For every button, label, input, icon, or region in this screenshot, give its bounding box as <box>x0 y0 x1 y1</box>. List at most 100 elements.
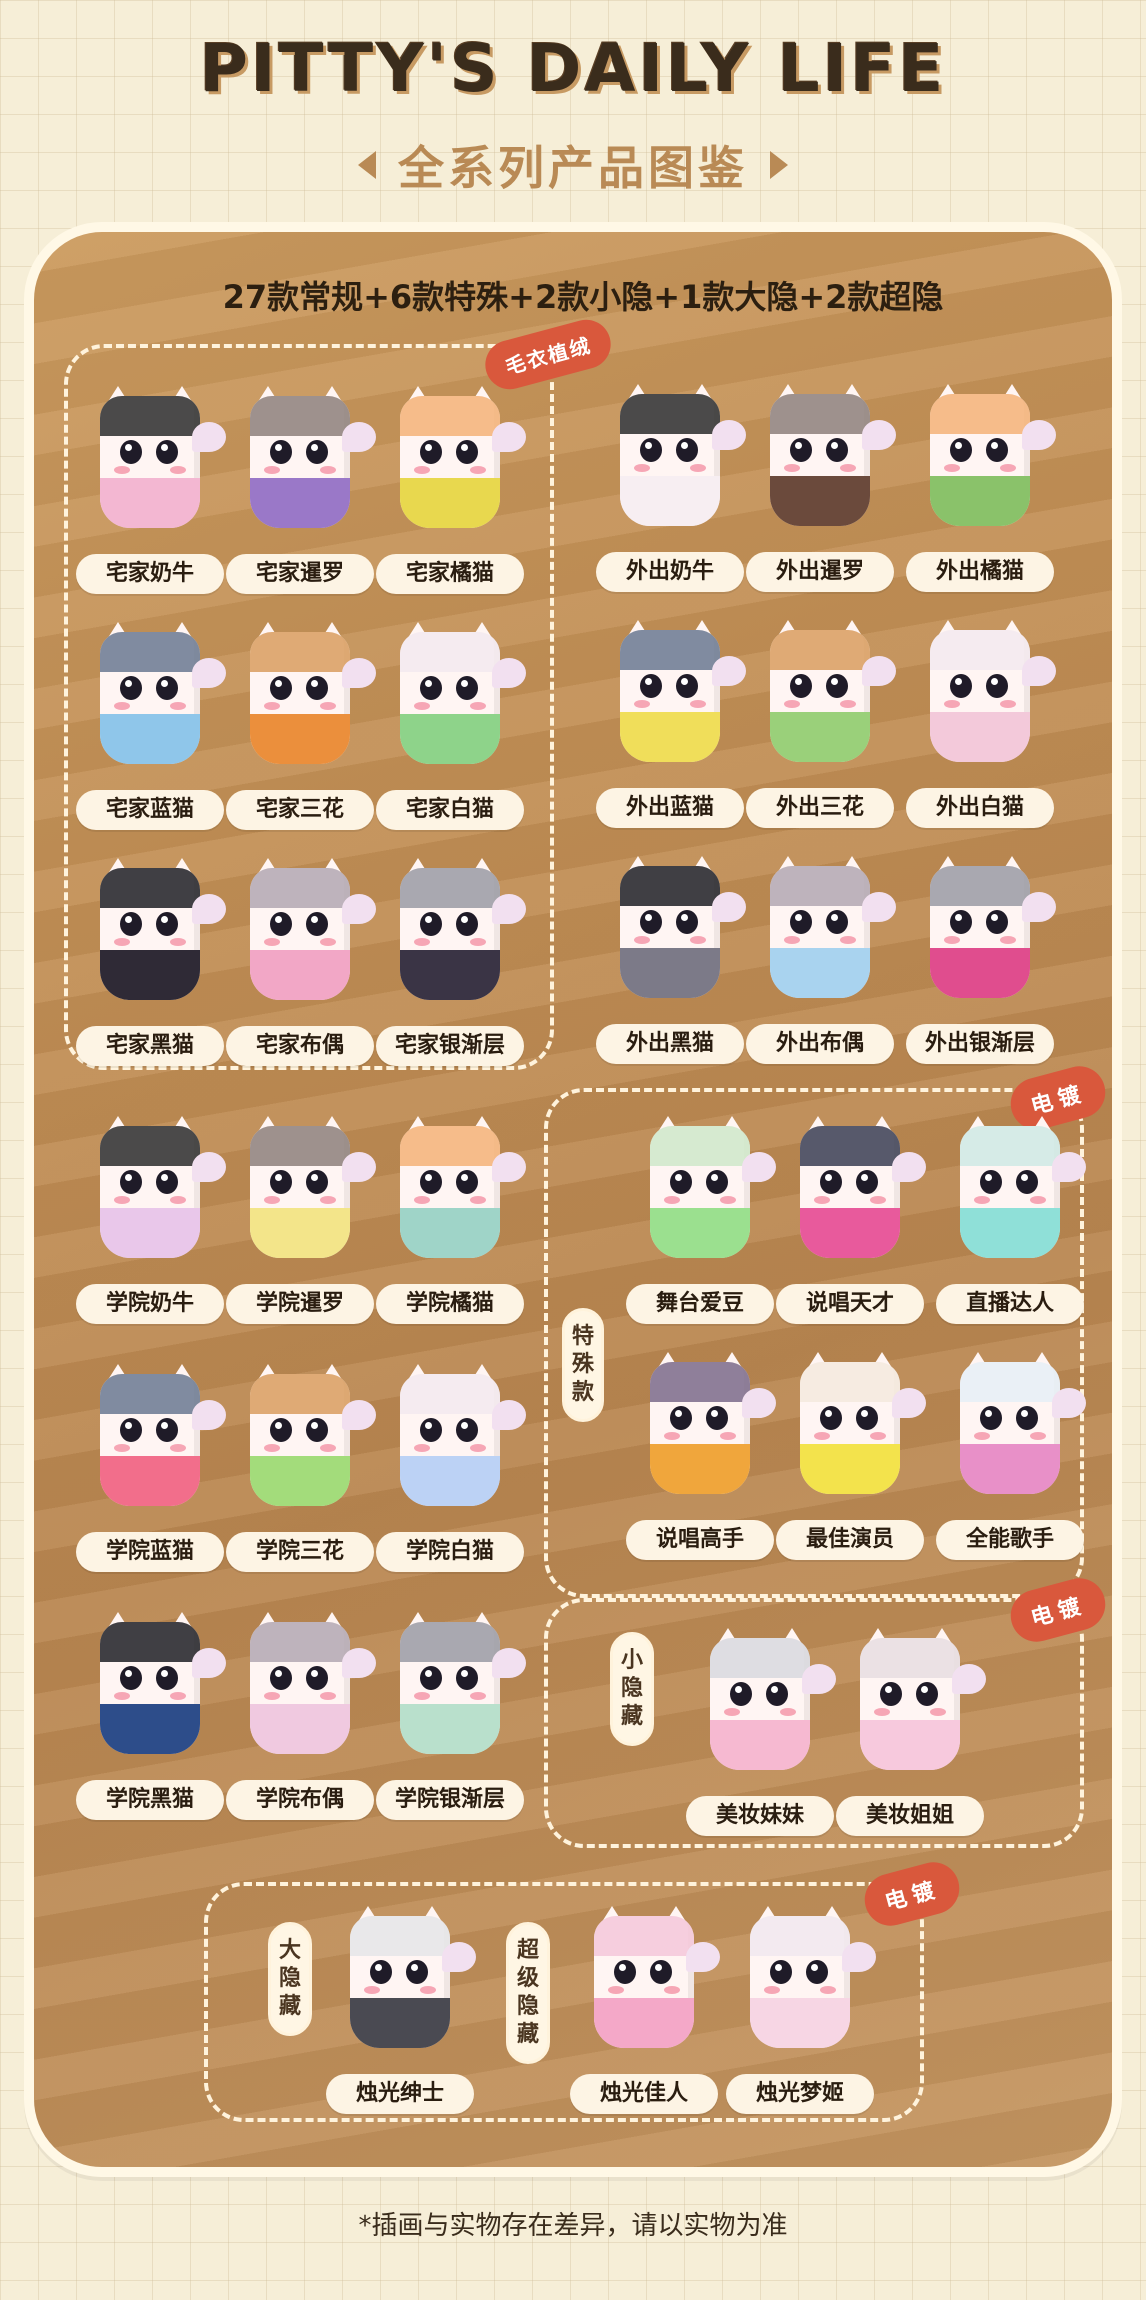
figure-name-label: 外出黑猫 <box>596 1024 744 1064</box>
figure-name-label: 外出白猫 <box>906 788 1054 828</box>
figure-name-label: 美妆姐姐 <box>836 1796 984 1836</box>
figure-name-label: 宅家暹罗 <box>226 554 374 594</box>
figure-card: 全能歌手 <box>930 1348 1090 1568</box>
figure-card: 宅家暹罗 <box>220 382 380 602</box>
figure-card: 外出银渐层 <box>900 852 1060 1072</box>
cat-figure-icon <box>614 852 746 1002</box>
figure-card: 外出黑猫 <box>590 852 750 1072</box>
figure-name-label: 宅家三花 <box>226 790 374 830</box>
figure-name-label: 外出橘猫 <box>906 552 1054 592</box>
figure-name-label: 学院银渐层 <box>376 1780 524 1820</box>
figure-card: 烛光梦姬 <box>720 1902 880 2122</box>
arrow-right-icon <box>770 151 788 179</box>
figure-card: 宅家橘猫 <box>370 382 530 602</box>
figure-card: 宅家三花 <box>220 618 380 838</box>
figure-name-label: 舞台爱豆 <box>626 1284 774 1324</box>
figure-card: 说唱天才 <box>770 1112 930 1332</box>
cat-figure-icon <box>394 854 526 1004</box>
figure-card: 学院蓝猫 <box>70 1360 230 1580</box>
figure-card: 外出白猫 <box>900 616 1060 836</box>
figure-card: 宅家布偶 <box>220 854 380 1074</box>
cat-figure-icon <box>614 380 746 530</box>
cat-figure-icon <box>394 1112 526 1262</box>
figure-card: 美妆妹妹 <box>680 1624 840 1844</box>
figure-card: 外出暹罗 <box>740 380 900 600</box>
figure-card: 宅家白猫 <box>370 618 530 838</box>
series-summary: 27款常规+6款特殊+2款小隐+1款大隐+2款超隐 <box>222 278 944 316</box>
cat-figure-icon <box>704 1624 836 1774</box>
figure-name-label: 直播达人 <box>936 1284 1084 1324</box>
cat-figure-icon <box>394 618 526 768</box>
cat-figure-icon <box>244 1112 376 1262</box>
figure-name-label: 外出暹罗 <box>746 552 894 592</box>
cat-figure-icon <box>244 854 376 1004</box>
figure-name-label: 学院布偶 <box>226 1780 374 1820</box>
footnote: *插画与实物存在差异，请以实物为准 <box>358 2211 788 2241</box>
figure-card: 说唱高手 <box>620 1348 780 1568</box>
figure-card: 外出蓝猫 <box>590 616 750 836</box>
small-hidden-label: 小隐藏 <box>610 1632 654 1746</box>
figure-name-label: 宅家蓝猫 <box>76 790 224 830</box>
cat-figure-icon <box>794 1348 926 1498</box>
figure-name-label: 学院黑猫 <box>76 1780 224 1820</box>
figure-name-label: 学院橘猫 <box>376 1284 524 1324</box>
figure-card: 舞台爱豆 <box>620 1112 780 1332</box>
figure-card: 学院银渐层 <box>370 1608 530 1828</box>
figure-name-label: 学院奶牛 <box>76 1284 224 1324</box>
figure-name-label: 学院蓝猫 <box>76 1532 224 1572</box>
figure-name-label: 宅家黑猫 <box>76 1026 224 1066</box>
figure-name-label: 最佳演员 <box>776 1520 924 1560</box>
cat-figure-icon <box>344 1902 476 2052</box>
cat-figure-icon <box>644 1112 776 1262</box>
figure-name-label: 宅家布偶 <box>226 1026 374 1066</box>
special-label: 特殊款 <box>562 1308 604 1422</box>
cat-figure-icon <box>854 1624 986 1774</box>
figure-name-label: 说唱天才 <box>776 1284 924 1324</box>
figure-name-label: 全能歌手 <box>936 1520 1084 1560</box>
figure-name-label: 学院暹罗 <box>226 1284 374 1324</box>
figure-card: 宅家奶牛 <box>70 382 230 602</box>
figure-card: 学院暹罗 <box>220 1112 380 1332</box>
cat-figure-icon <box>588 1902 720 2052</box>
arrow-left-icon <box>358 151 376 179</box>
cat-figure-icon <box>94 1608 226 1758</box>
cat-figure-icon <box>794 1112 926 1262</box>
cat-figure-icon <box>764 616 896 766</box>
figure-card: 最佳演员 <box>770 1348 930 1568</box>
subtitle-row: 全系列产品图鉴 <box>0 132 1146 198</box>
figure-name-label: 烛光梦姬 <box>726 2074 874 2114</box>
cat-figure-icon <box>924 380 1056 530</box>
figure-name-label: 学院白猫 <box>376 1532 524 1572</box>
figure-card: 直播达人 <box>930 1112 1090 1332</box>
catalog-board: 27款常规+6款特殊+2款小隐+1款大隐+2款超隐 毛衣植绒 电镀 电镀 电镀 … <box>24 222 1122 2177</box>
cat-figure-icon <box>244 618 376 768</box>
figure-card: 外出奶牛 <box>590 380 750 600</box>
figure-card: 学院奶牛 <box>70 1112 230 1332</box>
cat-figure-icon <box>924 852 1056 1002</box>
figure-card: 外出布偶 <box>740 852 900 1072</box>
cat-figure-icon <box>394 382 526 532</box>
cat-figure-icon <box>94 854 226 1004</box>
page-subtitle: 全系列产品图鉴 <box>398 141 748 195</box>
cat-figure-icon <box>394 1608 526 1758</box>
figure-card: 学院三花 <box>220 1360 380 1580</box>
figure-name-label: 外出奶牛 <box>596 552 744 592</box>
figure-card: 学院橘猫 <box>370 1112 530 1332</box>
cat-figure-icon <box>94 1360 226 1510</box>
cat-figure-icon <box>244 1608 376 1758</box>
figure-name-label: 宅家奶牛 <box>76 554 224 594</box>
cat-figure-icon <box>94 1112 226 1262</box>
figure-card: 宅家蓝猫 <box>70 618 230 838</box>
figure-name-label: 宅家橘猫 <box>376 554 524 594</box>
figure-name-label: 外出三花 <box>746 788 894 828</box>
figure-card: 学院黑猫 <box>70 1608 230 1828</box>
figure-card: 烛光佳人 <box>564 1902 724 2122</box>
super-hidden-label: 超级隐藏 <box>506 1922 550 2064</box>
cat-figure-icon <box>764 380 896 530</box>
figure-name-label: 美妆妹妹 <box>686 1796 834 1836</box>
cat-figure-icon <box>94 618 226 768</box>
cat-figure-icon <box>744 1902 876 2052</box>
cat-figure-icon <box>614 616 746 766</box>
cat-figure-icon <box>394 1360 526 1510</box>
figure-name-label: 外出银渐层 <box>906 1024 1054 1064</box>
